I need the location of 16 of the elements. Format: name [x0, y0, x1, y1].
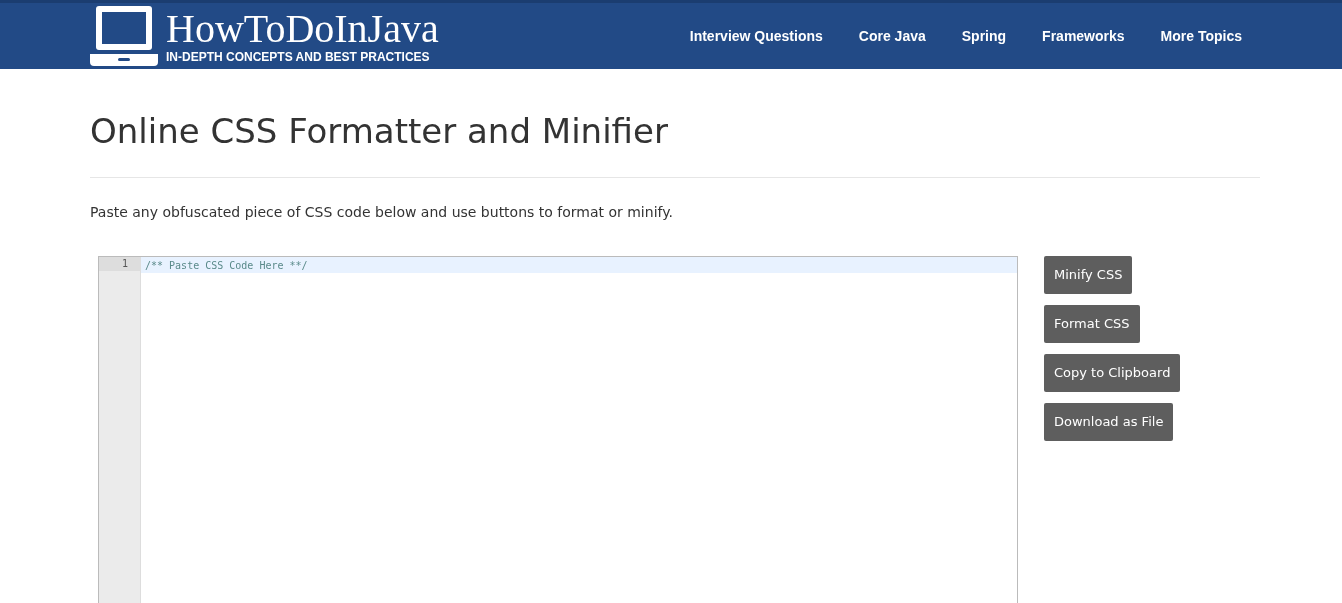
intro-text: Paste any obfuscated piece of CSS code below and use buttons to format or minify. [90, 204, 674, 220]
nav-link[interactable]: Spring [961, 28, 1007, 44]
page-title: Online CSS Formatter and Minifier [90, 111, 669, 151]
code-editor[interactable]: 1 /** Paste CSS Code Here **/ [98, 256, 1018, 603]
action-button[interactable]: Minify CSS [1044, 256, 1133, 294]
logo-title[interactable]: HowToDoInJava [166, 8, 439, 50]
logo-tagline: IN-DEPTH CONCEPTS AND BEST PRACTICES [166, 50, 431, 64]
code-line: /** Paste CSS Code Here **/ [145, 260, 308, 271]
nav-link[interactable]: Core Java [858, 28, 926, 44]
action-button[interactable]: Download as File [1044, 403, 1174, 441]
nav-link[interactable]: Frameworks [1042, 28, 1125, 44]
nav-link[interactable]: More Topics [1160, 28, 1242, 44]
action-button[interactable]: Format CSS [1044, 305, 1140, 343]
action-button[interactable]: Copy to Clipboard [1044, 354, 1181, 392]
line-number: 1 [99, 257, 140, 271]
nav-link[interactable]: Interview Questions [689, 28, 823, 44]
